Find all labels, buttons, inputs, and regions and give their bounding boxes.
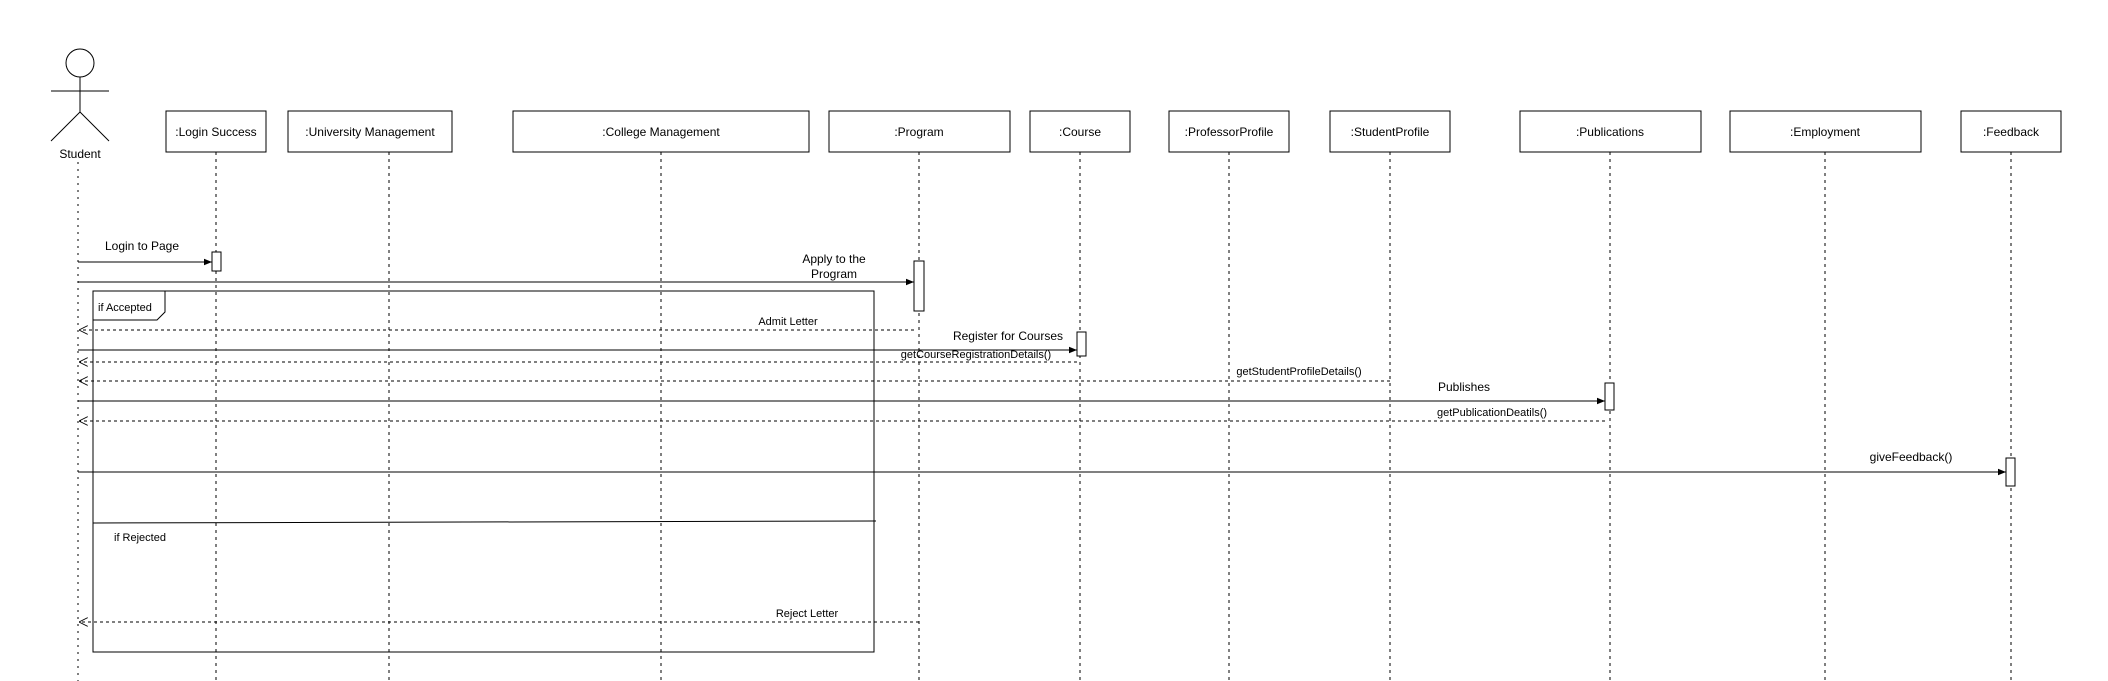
lifeline-label: :University Management — [305, 125, 435, 139]
message-give-feedback: giveFeedback() — [78, 450, 2006, 476]
lifeline-label: :StudentProfile — [1351, 125, 1430, 139]
lifeline-login-success: :Login Success — [165, 110, 267, 681]
message-get-course-registration-details: getCourseRegistrationDetails() — [79, 349, 1077, 362]
message-label: Admit Letter — [758, 316, 818, 328]
lifeline-student-profile: :StudentProfile — [1329, 110, 1451, 681]
lifeline-label: :Employment — [1790, 125, 1861, 139]
lifeline-label: :ProfessorProfile — [1185, 125, 1274, 139]
sequence-diagram: Student :Login Success :University Manag… — [50, 48, 2062, 681]
actor-left-leg — [50, 111, 81, 142]
lifeline-program: :Program — [828, 110, 1011, 681]
message-label: Reject Letter — [776, 608, 839, 620]
message-label: Login to Page — [105, 239, 179, 253]
lifeline-college-management: :College Management — [512, 110, 810, 681]
message-reject-letter: Reject Letter — [79, 608, 919, 622]
lifeline-label: :Program — [894, 125, 943, 139]
message-get-student-profile-details: getStudentProfileDetails() — [79, 366, 1390, 381]
guard-if-accepted: if Accepted — [98, 302, 152, 314]
message-label: getCourseRegistrationDetails() — [901, 349, 1051, 361]
lifeline-label: :Course — [1059, 125, 1101, 139]
actor-right-leg — [79, 111, 110, 142]
lifeline-label: :Login Success — [175, 125, 256, 139]
message-apply-to-program: Apply to the Program — [78, 252, 914, 286]
message-get-publication-details: getPublicationDeatils() — [79, 407, 1605, 421]
message-label: Publishes — [1438, 380, 1490, 394]
message-label: Register for Courses — [953, 329, 1063, 343]
message-login-to-page: Login to Page — [78, 239, 212, 266]
actor-label: Student — [59, 147, 101, 161]
lifeline-employment: :Employment — [1729, 110, 1922, 681]
message-label-line-1: Apply to the — [802, 252, 866, 266]
student-actor: Student — [50, 48, 110, 681]
activation-feedback — [2005, 457, 2016, 487]
lifeline-university-management: :University Management — [287, 110, 453, 681]
activation-bars — [211, 251, 2016, 487]
activation-program — [913, 260, 925, 312]
message-label: giveFeedback() — [1870, 450, 1953, 464]
message-label-line-2: Program — [811, 267, 857, 281]
lifeline-feedback: :Feedback — [1960, 110, 2062, 681]
message-label: getPublicationDeatils() — [1437, 407, 1547, 419]
lifeline-course: :Course — [1029, 110, 1131, 681]
message-admit-letter: Admit Letter — [79, 316, 914, 330]
lifeline-label: :College Management — [602, 125, 720, 139]
activation-publications — [1604, 382, 1615, 411]
activation-login-success — [211, 251, 222, 272]
lifeline-professor-profile: :ProfessorProfile — [1168, 110, 1290, 681]
activation-course — [1076, 331, 1087, 357]
lifeline-label: :Feedback — [1983, 125, 2040, 139]
message-publishes: Publishes — [78, 380, 1605, 405]
message-register-for-courses: Register for Courses — [78, 329, 1077, 354]
fragment-divider — [92, 520, 877, 524]
lifeline-label: :Publications — [1576, 125, 1644, 139]
guard-if-rejected: if Rejected — [114, 532, 166, 544]
actor-head — [65, 48, 95, 78]
message-label: getStudentProfileDetails() — [1236, 366, 1361, 378]
